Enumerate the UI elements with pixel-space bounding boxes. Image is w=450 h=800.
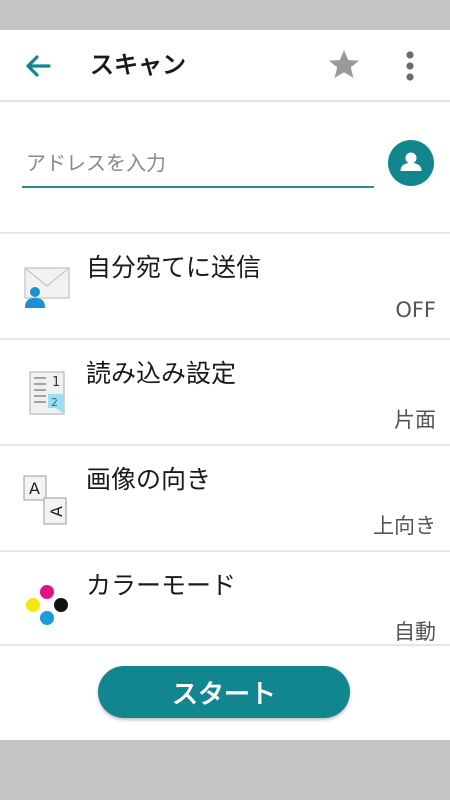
back-arrow-icon[interactable] [22, 50, 54, 82]
setting-send-to-self[interactable]: 自分宛てに送信 OFF [0, 234, 450, 338]
star-icon[interactable] [326, 47, 362, 83]
action-bar: スタート [0, 644, 450, 740]
setting-label: 画像の向き [86, 465, 212, 494]
setting-image-orientation[interactable]: A A 画像の向き 上向き [0, 446, 450, 550]
color-dots-icon [22, 582, 72, 632]
scan-screen: スキャン アドレスを入力 自分宛てに送信 OFF 1 2 読み込み設定 片面 A… [0, 30, 450, 740]
setting-value: 上向き [373, 514, 436, 538]
setting-color-mode[interactable]: カラーモード 自動 [0, 552, 450, 656]
orientation-icon: A A [22, 474, 72, 525]
setting-value: 片面 [394, 408, 436, 432]
setting-label: カラーモード [86, 571, 237, 600]
setting-label: 自分宛てに送信 [86, 253, 262, 282]
svg-text:A: A [29, 479, 40, 498]
start-button[interactable]: スタート [98, 666, 350, 718]
contact-person-icon[interactable] [388, 140, 434, 186]
setting-label: 読み込み設定 [86, 359, 237, 388]
svg-text:1: 1 [52, 375, 60, 390]
page-title: スキャン [90, 51, 186, 79]
setting-value: 自動 [394, 620, 436, 644]
address-input[interactable] [22, 140, 374, 188]
app-bar: スキャン [0, 30, 450, 102]
address-section [0, 102, 450, 232]
svg-text:A: A [47, 506, 66, 517]
setting-value: OFF [395, 298, 436, 322]
document-pages-icon: 1 2 [22, 368, 72, 418]
more-vertical-icon[interactable] [398, 48, 422, 84]
settings-list: 自分宛てに送信 OFF 1 2 読み込み設定 片面 A A 画像の向き 上向き … [0, 232, 450, 656]
envelope-person-icon [22, 262, 72, 312]
svg-text:2: 2 [51, 396, 58, 409]
setting-scan-settings[interactable]: 1 2 読み込み設定 片面 [0, 340, 450, 444]
